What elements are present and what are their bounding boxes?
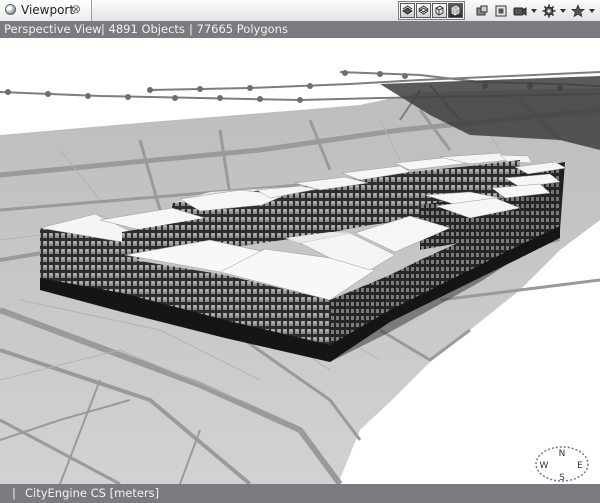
- bookmark-dropdown-icon[interactable]: [588, 2, 596, 19]
- coordinate-system-label: CityEngine CS [meters]: [25, 486, 160, 500]
- view-name: Perspective View: [4, 22, 102, 36]
- shaded-textured-view-icon[interactable]: [448, 3, 463, 18]
- 3d-viewport[interactable]: N S W E: [0, 38, 600, 484]
- viewport-info-bar: Perspective View | 4891 Objects | 77665 …: [0, 21, 600, 38]
- viewport-panel: Viewport ⊗ Perspective View | 4891 Objec…: [0, 0, 600, 503]
- camera-bookmark-icon[interactable]: [473, 2, 490, 19]
- camera-dropdown-icon[interactable]: [530, 2, 538, 19]
- object-count: | 4891 Objects: [101, 22, 185, 36]
- settings-gear-icon[interactable]: [540, 2, 557, 19]
- wireframe-view-icon[interactable]: [416, 3, 431, 18]
- camera-icon[interactable]: [511, 2, 528, 19]
- globe-icon: [5, 4, 16, 15]
- settings-dropdown-icon[interactable]: [559, 2, 567, 19]
- compass-west: W: [540, 461, 549, 471]
- viewport-toolbar: [398, 1, 596, 20]
- textured-view-icon[interactable]: [432, 3, 447, 18]
- close-icon[interactable]: ⊗: [71, 2, 81, 16]
- view-mode-group: [398, 1, 465, 20]
- status-separator: |: [12, 486, 16, 500]
- compass-east: E: [577, 461, 583, 471]
- compass-icon: N S W E: [535, 446, 589, 483]
- compass-north: N: [559, 449, 566, 459]
- polygon-count: | 77665 Polygons: [189, 22, 288, 36]
- tab-viewport[interactable]: Viewport ⊗: [0, 0, 92, 21]
- status-bar: | CityEngine CS [meters]: [0, 484, 600, 503]
- bookmark-star-icon[interactable]: [569, 2, 586, 19]
- tab-label: Viewport: [21, 3, 75, 17]
- tab-bar: Viewport ⊗: [0, 0, 600, 22]
- frame-icon[interactable]: [492, 2, 509, 19]
- scene-render: [0, 38, 600, 484]
- shaded-view-icon[interactable]: [400, 3, 415, 18]
- compass-south: S: [559, 473, 565, 483]
